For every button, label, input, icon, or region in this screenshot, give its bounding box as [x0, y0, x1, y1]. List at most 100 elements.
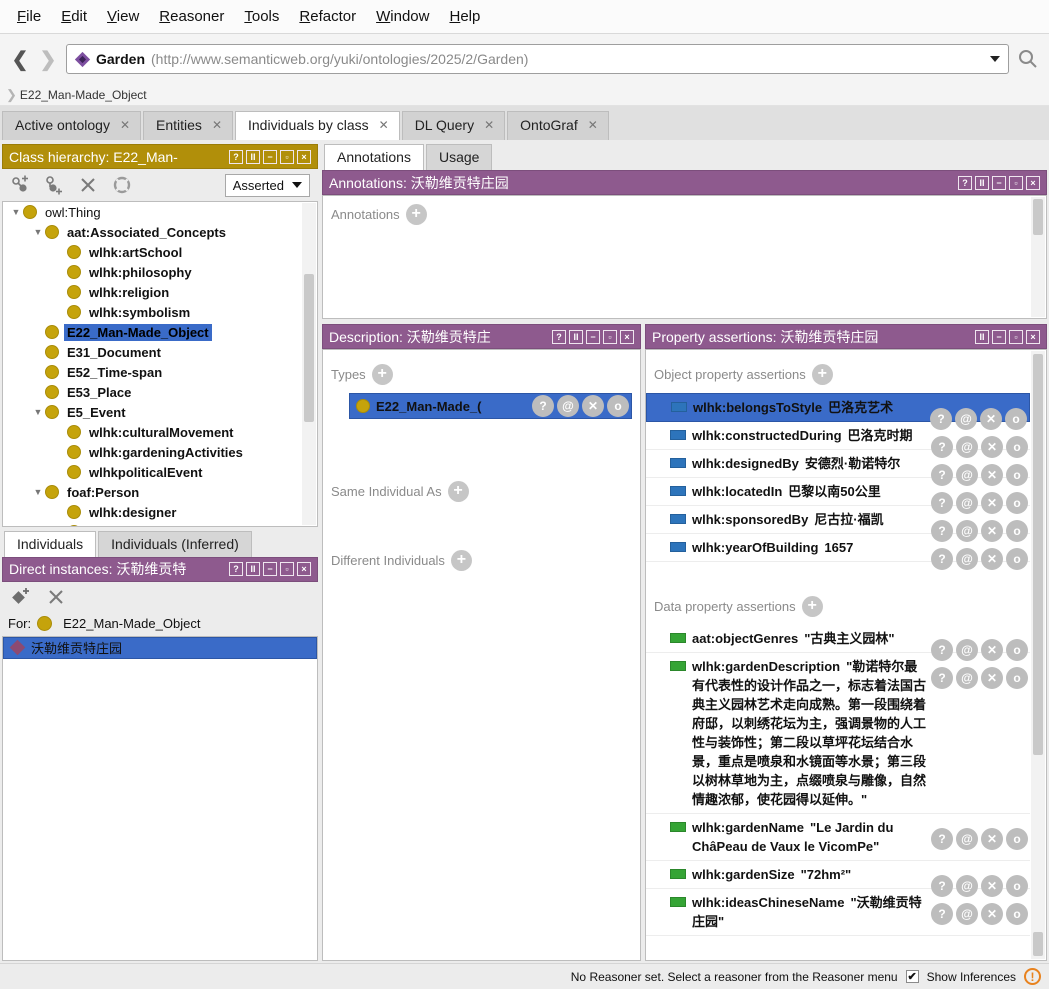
- object-assertion-row[interactable]: wlhk:locatedIn巴黎以南50公里?@✕o: [646, 478, 1030, 506]
- class-tree-scrollbar[interactable]: [302, 203, 316, 525]
- menu-tools[interactable]: Tools: [235, 4, 288, 29]
- edit-annotation-button[interactable]: ?: [931, 667, 953, 689]
- tree-row[interactable]: wlhk:culturalMovement: [3, 422, 317, 442]
- split-vertical-icon[interactable]: II: [246, 150, 260, 164]
- combo-dropdown-icon[interactable]: [990, 56, 1000, 62]
- ring-button[interactable]: o: [1006, 828, 1028, 850]
- close-tab-icon[interactable]: ✕: [484, 118, 494, 132]
- add-object-assertion-button[interactable]: +: [812, 364, 833, 385]
- split-horizontal-icon[interactable]: −: [263, 562, 277, 576]
- data-assertion-row[interactable]: wlhk:gardenSize"72hm²"?@✕o: [646, 861, 1030, 889]
- tree-row[interactable]: E22_Man-Made_Object: [3, 322, 317, 342]
- crosshair-icon[interactable]: [112, 175, 132, 195]
- close-icon[interactable]: ×: [297, 562, 311, 576]
- help-icon[interactable]: ?: [229, 150, 243, 164]
- close-icon[interactable]: ×: [297, 150, 311, 164]
- tree-row[interactable]: wlhk:symbolism: [3, 302, 317, 322]
- property-assertions-scrollbar[interactable]: [1031, 351, 1045, 959]
- close-tab-icon[interactable]: ✕: [588, 118, 598, 132]
- tree-row[interactable]: E31_Document: [3, 342, 317, 362]
- edit-annotation-button[interactable]: ?: [931, 828, 953, 850]
- ring-button[interactable]: o: [1006, 548, 1028, 570]
- tree-row[interactable]: wlhk:gardeningActivities: [3, 442, 317, 462]
- object-assertion-row[interactable]: wlhk:belongsToStyle巴洛克艺术?@✕o: [646, 393, 1030, 422]
- add-individual-icon[interactable]: [10, 587, 32, 607]
- tree-row[interactable]: wlhk:designer: [3, 502, 317, 522]
- ontology-iri-combobox[interactable]: Garden (http://www.semanticweb.org/yuki/…: [66, 44, 1009, 74]
- expand-arrow-icon[interactable]: ▼: [9, 207, 23, 217]
- ring-button[interactable]: o: [607, 395, 629, 417]
- menu-file[interactable]: File: [8, 4, 50, 29]
- split-vertical-icon[interactable]: II: [246, 562, 260, 576]
- tab-annotations[interactable]: Annotations: [324, 144, 424, 170]
- close-tab-icon[interactable]: ✕: [379, 118, 389, 132]
- float-icon[interactable]: ▫: [1009, 330, 1023, 344]
- forward-button[interactable]: ❯: [38, 47, 58, 72]
- edit-annotation-button[interactable]: ?: [931, 548, 953, 570]
- help-icon[interactable]: ?: [552, 330, 566, 344]
- object-assertion-row[interactable]: wlhk:yearOfBuilding1657?@✕o: [646, 534, 1030, 562]
- object-assertion-row[interactable]: wlhk:sponsoredBy尼古拉·福凯?@✕o: [646, 506, 1030, 534]
- main-tab-ontograf[interactable]: OntoGraf✕: [507, 111, 609, 140]
- search-icon[interactable]: [1017, 48, 1039, 70]
- object-assertion-row[interactable]: wlhk:designedBy安德烈·勒诺特尔?@✕o: [646, 450, 1030, 478]
- type-row[interactable]: E22_Man-Made_( ?@✕o: [349, 393, 632, 419]
- at-button[interactable]: @: [956, 667, 978, 689]
- data-assertion-row[interactable]: wlhk:gardenName"Le Jardin du ChâPeau de …: [646, 814, 1030, 861]
- add-type-button[interactable]: +: [372, 364, 393, 385]
- annotations-scrollbar[interactable]: [1031, 197, 1045, 317]
- split-horizontal-icon[interactable]: −: [263, 150, 277, 164]
- close-icon[interactable]: ×: [1026, 176, 1040, 190]
- delete-row-button[interactable]: ✕: [582, 395, 604, 417]
- add-different-individuals-button[interactable]: +: [451, 550, 472, 571]
- expand-arrow-icon[interactable]: ▼: [31, 227, 45, 237]
- tab-usage[interactable]: Usage: [426, 144, 492, 170]
- object-assertion-row[interactable]: wlhk:constructedDuring巴洛克时期?@✕o: [646, 422, 1030, 450]
- tree-row[interactable]: E52_Time-span: [3, 362, 317, 382]
- close-tab-icon[interactable]: ✕: [212, 118, 222, 132]
- close-icon[interactable]: ×: [620, 330, 634, 344]
- tree-row[interactable]: wlhk:artSchool: [3, 242, 317, 262]
- data-assertion-row[interactable]: wlhk:ideasChineseName"沃勒维贡特庄园"?@✕o: [646, 889, 1030, 936]
- at-button[interactable]: @: [956, 548, 978, 570]
- float-icon[interactable]: ▫: [280, 150, 294, 164]
- warning-icon[interactable]: !: [1024, 968, 1041, 985]
- tab-individuals-inferred[interactable]: Individuals (Inferred): [98, 531, 252, 557]
- add-same-individual-button[interactable]: +: [448, 481, 469, 502]
- menu-edit[interactable]: Edit: [52, 4, 96, 29]
- hierarchy-mode-select[interactable]: Asserted: [225, 174, 310, 197]
- data-assertion-row[interactable]: wlhk:gardenDescription"勒诺特尔最有代表性的设计作品之一，…: [646, 653, 1030, 814]
- add-subclass-icon[interactable]: [10, 175, 30, 195]
- delete-row-button[interactable]: ✕: [981, 828, 1003, 850]
- split-vertical-icon[interactable]: II: [975, 330, 989, 344]
- expand-arrow-icon[interactable]: ▼: [31, 487, 45, 497]
- edit-annotation-button[interactable]: ?: [931, 903, 953, 925]
- menu-refactor[interactable]: Refactor: [290, 4, 365, 29]
- split-vertical-icon[interactable]: II: [975, 176, 989, 190]
- float-icon[interactable]: ▫: [1009, 176, 1023, 190]
- close-tab-icon[interactable]: ✕: [120, 118, 130, 132]
- at-button[interactable]: @: [557, 395, 579, 417]
- tab-individuals[interactable]: Individuals: [4, 531, 96, 557]
- tree-row[interactable]: wlhk:philosophy: [3, 262, 317, 282]
- ring-button[interactable]: o: [1006, 667, 1028, 689]
- data-assertion-row[interactable]: aat:objectGenres"古典主义园林"?@✕o: [646, 625, 1030, 653]
- tree-row[interactable]: wlhkpoliticalEvent: [3, 462, 317, 482]
- delete-row-button[interactable]: ✕: [981, 903, 1003, 925]
- main-tab-entities[interactable]: Entities✕: [143, 111, 233, 140]
- tree-row[interactable]: E53_Place: [3, 382, 317, 402]
- show-inferences-checkbox[interactable]: ✔: [906, 970, 919, 983]
- back-button[interactable]: ❮: [10, 47, 30, 72]
- tree-row[interactable]: wlhk:sponsor: [3, 522, 317, 527]
- breadcrumb-label[interactable]: E22_Man-Made_Object: [20, 88, 147, 102]
- split-horizontal-icon[interactable]: −: [586, 330, 600, 344]
- add-annotation-button[interactable]: +: [406, 204, 427, 225]
- tree-row[interactable]: ▼owl:Thing: [3, 202, 317, 222]
- tree-row[interactable]: ▼aat:Associated_Concepts: [3, 222, 317, 242]
- ring-button[interactable]: o: [1006, 903, 1028, 925]
- split-horizontal-icon[interactable]: −: [992, 330, 1006, 344]
- help-icon[interactable]: ?: [229, 562, 243, 576]
- split-vertical-icon[interactable]: II: [569, 330, 583, 344]
- float-icon[interactable]: ▫: [603, 330, 617, 344]
- at-button[interactable]: @: [956, 903, 978, 925]
